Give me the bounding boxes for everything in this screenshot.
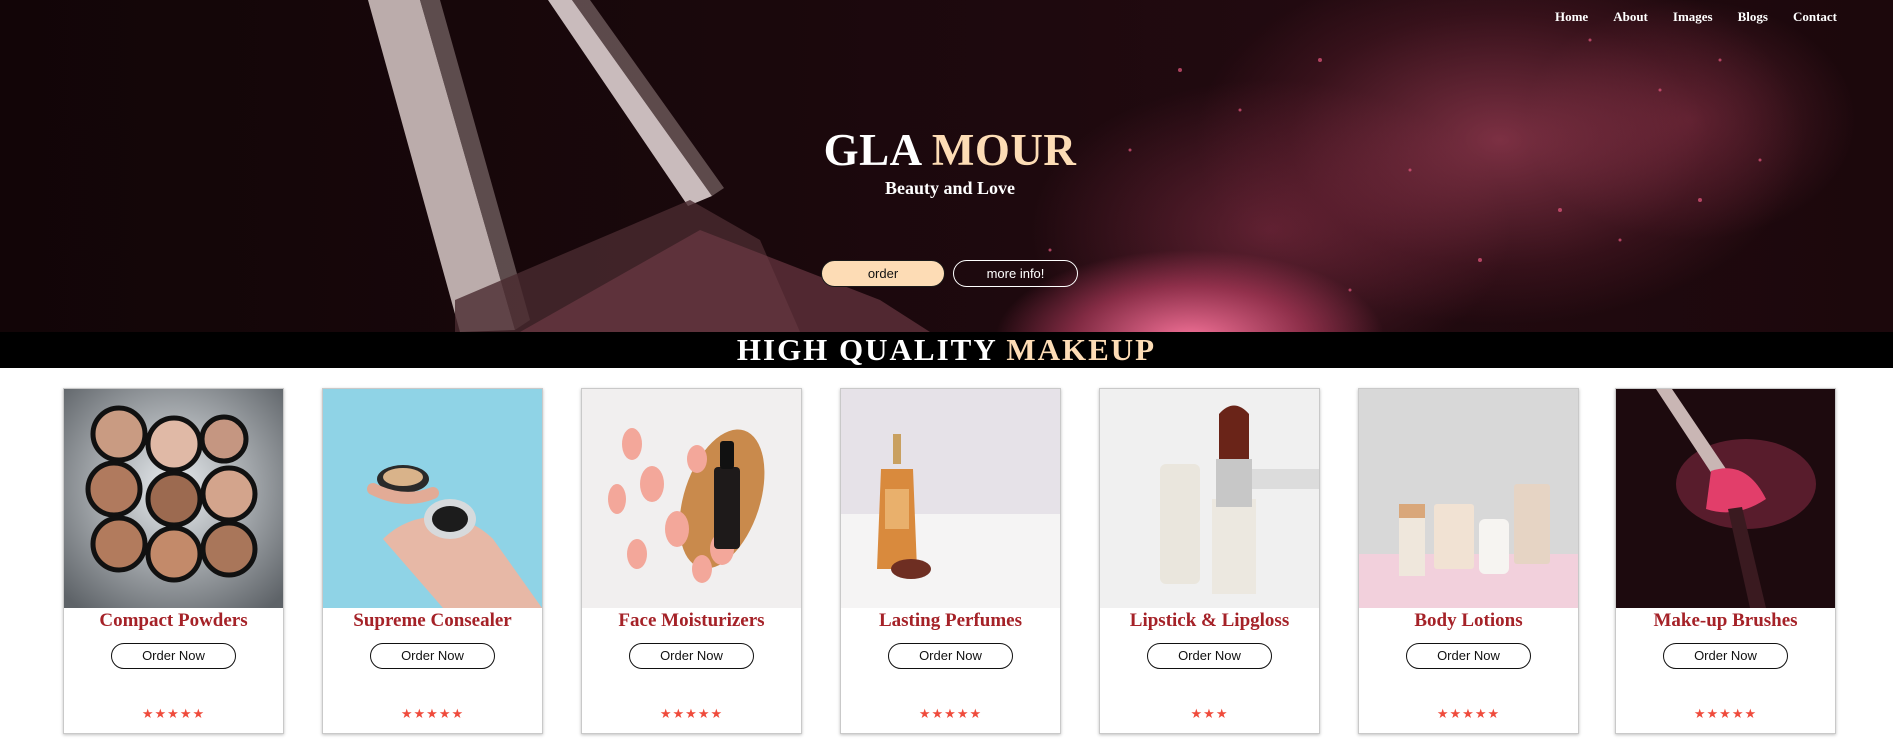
nav-about-link[interactable]: About bbox=[1613, 9, 1648, 25]
hero-section: Home About Images Blogs Contact GLA MOUR… bbox=[0, 0, 1893, 332]
order-now-button[interactable]: Order Now bbox=[111, 643, 236, 669]
nav-images-link[interactable]: Images bbox=[1673, 9, 1713, 25]
brand-title-part1: GLA bbox=[823, 125, 932, 175]
product-image-lasting-perfumes bbox=[841, 389, 1060, 608]
product-card-lipstick-lipgloss: Lipstick & Lipgloss Order Now ★★★ bbox=[1099, 388, 1320, 734]
brand-title-part2: MOUR bbox=[931, 125, 1077, 175]
star-rating: ★★★★★ bbox=[1693, 707, 1758, 722]
product-card-supreme-consealer: Supreme Consealer Order Now ★★★★★ bbox=[322, 388, 543, 734]
star-rating: ★★★ bbox=[1190, 707, 1229, 722]
product-title: Compact Powders bbox=[99, 610, 248, 631]
nav-blogs-link[interactable]: Blogs bbox=[1738, 9, 1768, 25]
product-title: Lasting Perfumes bbox=[878, 610, 1022, 631]
top-nav: Home About Images Blogs Contact bbox=[1530, 9, 1837, 25]
product-image-compact-powders bbox=[64, 389, 283, 608]
product-card-lasting-perfumes: Lasting Perfumes Order Now ★★★★★ bbox=[840, 388, 1061, 734]
nav-contact-link[interactable]: Contact bbox=[1793, 9, 1837, 25]
order-now-button[interactable]: Order Now bbox=[1663, 643, 1788, 669]
product-card-face-moisturizers: Face Moisturizers Order Now ★★★★★ bbox=[581, 388, 802, 734]
order-now-button[interactable]: Order Now bbox=[629, 643, 754, 669]
banner-text-part1: HIGH QUALITY bbox=[736, 332, 1007, 367]
order-now-button[interactable]: Order Now bbox=[1406, 643, 1531, 669]
product-title: Face Moisturizers bbox=[618, 610, 765, 631]
product-image-body-lotions bbox=[1359, 389, 1578, 608]
product-image-supreme-consealer bbox=[323, 389, 542, 608]
order-now-button[interactable]: Order Now bbox=[370, 643, 495, 669]
product-card-body-lotions: Body Lotions Order Now ★★★★★ bbox=[1358, 388, 1579, 734]
product-image-makeup-brushes bbox=[1616, 389, 1835, 608]
star-rating: ★★★★★ bbox=[918, 707, 983, 722]
star-rating: ★★★★★ bbox=[659, 707, 724, 722]
star-rating: ★★★★★ bbox=[141, 707, 206, 722]
order-now-button[interactable]: Order Now bbox=[1147, 643, 1272, 669]
order-button[interactable]: order bbox=[821, 260, 945, 287]
product-grid: Compact Powders Order Now ★★★★★ Supreme … bbox=[63, 388, 1836, 734]
banner-text-part2: MAKEUP bbox=[1006, 332, 1157, 367]
product-title: Supreme Consealer bbox=[353, 610, 512, 631]
star-rating: ★★★★★ bbox=[1436, 707, 1501, 722]
brand-title: GLA MOUR bbox=[0, 124, 1893, 176]
hero-tagline: Beauty and Love bbox=[884, 178, 1016, 198]
product-title: Lipstick & Lipgloss bbox=[1129, 610, 1290, 631]
section-banner: HIGH QUALITY MAKEUP bbox=[0, 332, 1893, 368]
product-image-face-moisturizers bbox=[582, 389, 801, 608]
star-rating: ★★★★★ bbox=[400, 707, 465, 722]
product-title: Body Lotions bbox=[1414, 610, 1523, 631]
product-card-compact-powders: Compact Powders Order Now ★★★★★ bbox=[63, 388, 284, 734]
order-now-button[interactable]: Order Now bbox=[888, 643, 1013, 669]
product-title: Make-up Brushes bbox=[1653, 610, 1798, 631]
product-card-makeup-brushes: Make-up Brushes Order Now ★★★★★ bbox=[1615, 388, 1836, 734]
more-info-button[interactable]: more info! bbox=[953, 260, 1078, 287]
product-image-lipstick-lipgloss bbox=[1100, 389, 1319, 608]
nav-home-link[interactable]: Home bbox=[1555, 9, 1588, 25]
